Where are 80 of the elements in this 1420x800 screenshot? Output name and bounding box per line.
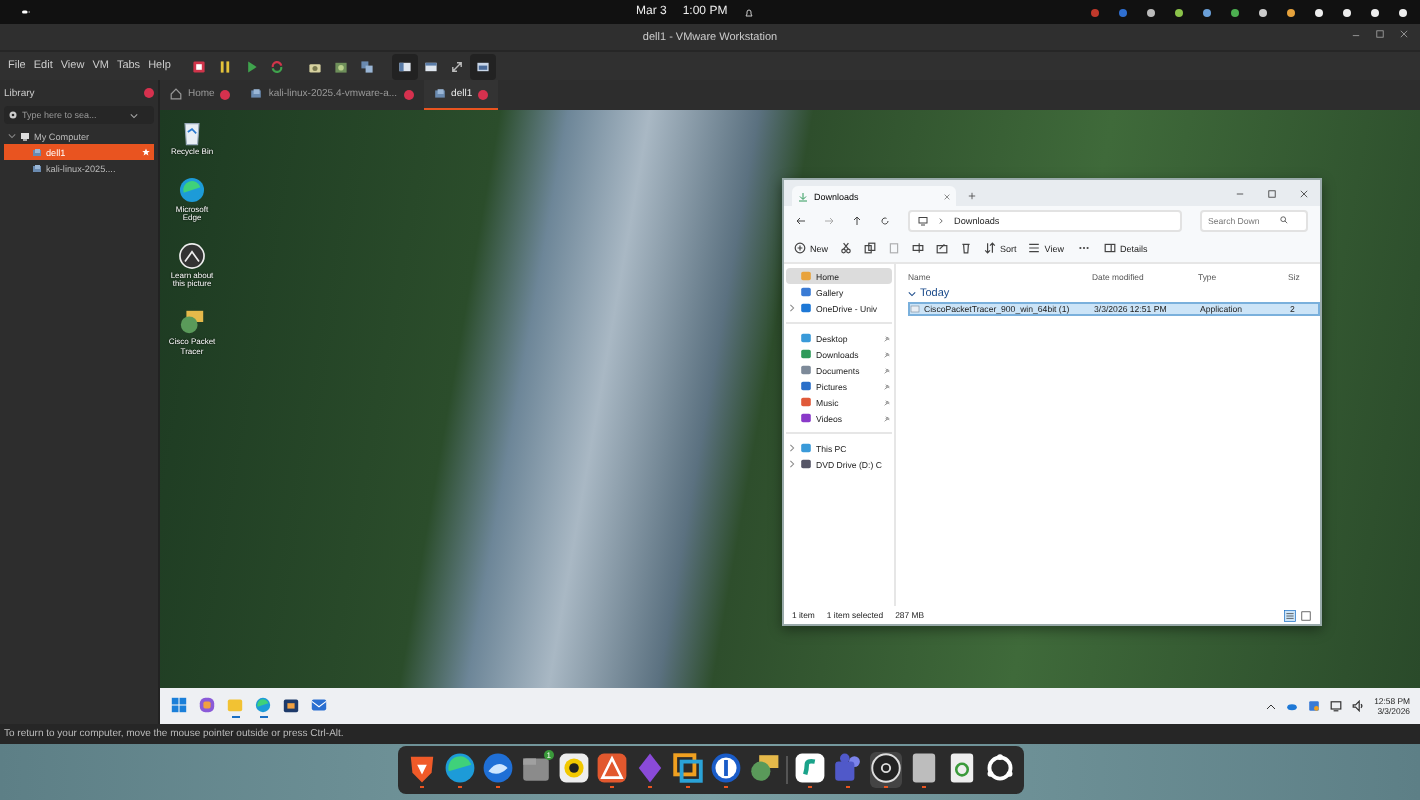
delete-button[interactable] (960, 242, 973, 254)
bird-icon[interactable] (481, 752, 513, 784)
rename-button[interactable] (912, 242, 925, 254)
close-icon[interactable] (220, 89, 231, 99)
sort-icon (984, 242, 997, 254)
caret-icon[interactable] (130, 111, 138, 119)
copy-button[interactable] (864, 242, 877, 254)
rename-icon (912, 242, 925, 254)
computer-icon (20, 131, 30, 141)
close-icon[interactable] (403, 89, 414, 99)
close-icon[interactable] (1400, 30, 1408, 38)
refresh-icon (270, 59, 285, 73)
squares-icon[interactable] (671, 752, 703, 784)
trash-icon (960, 242, 973, 254)
console-icon (476, 59, 491, 73)
share-icon (936, 242, 949, 254)
clipboard-icon (888, 242, 901, 254)
list-icon (1028, 242, 1041, 254)
keyhole-icon[interactable] (709, 752, 741, 784)
recycle-bin-icon (178, 118, 206, 146)
refresh-icon[interactable] (880, 215, 890, 225)
vm-icon (250, 88, 263, 100)
tiles-view-icon[interactable] (1300, 609, 1312, 621)
chevron-up-icon[interactable] (1266, 701, 1277, 711)
plus-icon (794, 242, 806, 254)
speaker-icon[interactable] (557, 752, 589, 784)
recycle-icon[interactable] (945, 752, 977, 784)
close-icon[interactable] (944, 193, 950, 199)
plus-icon[interactable] (968, 192, 976, 200)
play-icon (244, 59, 259, 73)
console-button[interactable] (470, 53, 497, 79)
screen-icon (424, 59, 439, 73)
start-icon[interactable] (170, 695, 188, 713)
cut-button[interactable] (840, 242, 853, 254)
back-icon[interactable] (796, 215, 806, 225)
edge-icon (178, 175, 206, 204)
copy-icon (864, 242, 877, 254)
envelope-icon[interactable] (747, 752, 779, 784)
camera-icon (308, 59, 323, 73)
edge-icon[interactable] (254, 695, 272, 713)
copilot-icon[interactable] (198, 695, 216, 713)
maximize-icon[interactable] (1376, 30, 1384, 38)
close-icon[interactable] (1300, 189, 1308, 197)
drive-icon[interactable] (907, 752, 939, 784)
share-button[interactable] (936, 242, 949, 254)
maximize-icon[interactable] (1268, 189, 1276, 197)
envelope-icon (178, 307, 206, 336)
panel-icon (1103, 242, 1116, 254)
vm-icon (433, 88, 446, 100)
bell-icon[interactable] (743, 7, 754, 17)
window-icon (398, 59, 413, 73)
tile-icon[interactable] (793, 752, 825, 784)
vm-icon (32, 163, 42, 173)
gear-icon (8, 110, 18, 120)
pause-icon (218, 59, 233, 73)
stack-icon (360, 59, 375, 73)
details-view-icon[interactable] (1284, 609, 1296, 621)
vm-icon (32, 147, 42, 157)
close-icon[interactable] (144, 88, 154, 98)
triangle-icon[interactable] (595, 752, 627, 784)
camera-icon (178, 241, 206, 270)
people-icon[interactable] (831, 752, 863, 784)
swirl-icon[interactable] (443, 752, 475, 784)
store-icon[interactable] (282, 695, 300, 713)
scissors-icon (840, 242, 853, 254)
mail-icon[interactable] (310, 695, 328, 713)
ring-icon[interactable] (869, 752, 901, 784)
window-button[interactable] (392, 53, 419, 79)
expand-icon (450, 59, 465, 73)
folder-icon[interactable] (519, 752, 551, 784)
chevron-icon[interactable] (8, 132, 16, 140)
star-icon[interactable] (142, 148, 150, 156)
minimize-icon[interactable] (1352, 30, 1360, 38)
close-icon[interactable] (478, 89, 489, 99)
installer-icon (910, 304, 920, 314)
search-icon (1280, 216, 1288, 224)
dot-icon[interactable] (1118, 7, 1128, 17)
up-icon[interactable] (852, 215, 862, 225)
chevron-icon[interactable] (908, 289, 916, 297)
circle-icon[interactable] (1230, 7, 1240, 17)
